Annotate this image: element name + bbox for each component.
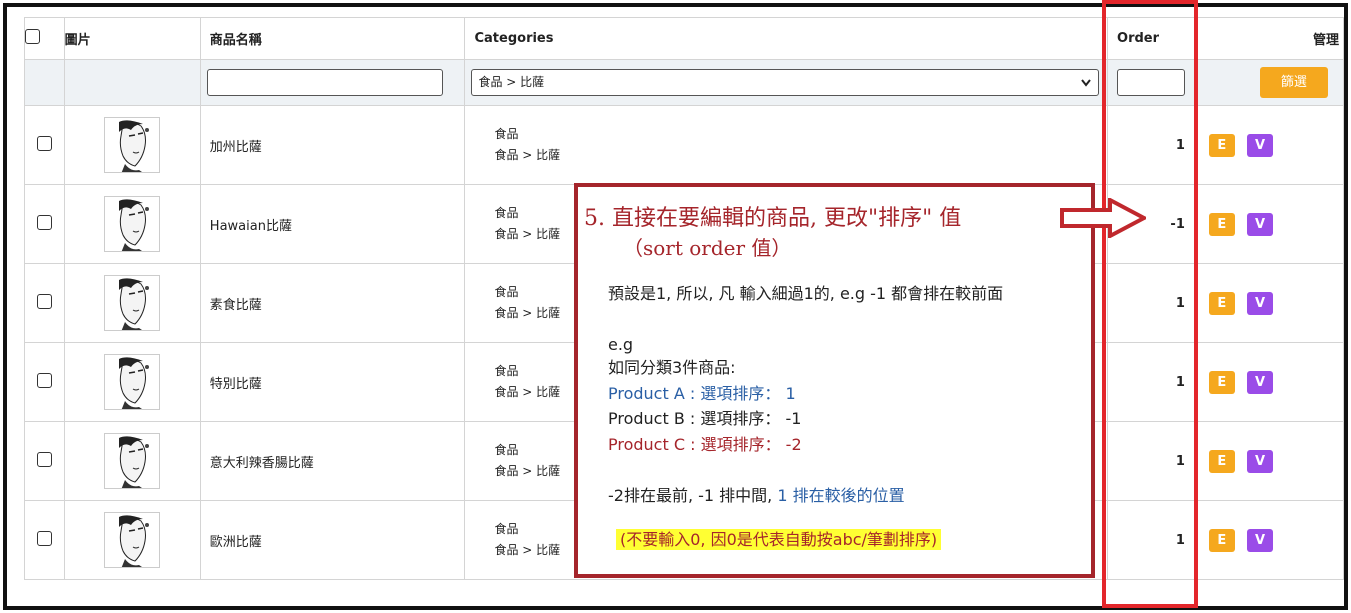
product-thumbnail[interactable] [104,196,161,252]
annotation-callout: 5. 直接在要編輯的商品, 更改"排序" 值 （sort order 值） 預設… [574,183,1095,578]
category-filter-value: 食品 > 比薩 [478,75,545,89]
edit-button[interactable]: E [1208,370,1235,394]
edit-button[interactable]: E [1208,449,1235,473]
row-checkbox[interactable] [36,372,52,388]
product-name[interactable]: Hawaian比薩 [199,184,466,264]
row-select-cell [24,263,65,343]
annotation-title: 5. 直接在要編輯的商品, 更改"排序" 值 [584,206,962,231]
row-checkbox[interactable] [36,135,52,151]
annotation-line1: 預設是1, 所以, 凡 輸入細過1的, e.g -1 都會排在較前面 [608,284,1004,303]
note-highlight: (不要輸入0, 因0是代表自動按abc/筆劃排序) [616,529,942,550]
filter-button-cell: 篩選 [1194,59,1345,106]
annotation-line3: 如同分類3件商品: [608,358,736,377]
header-product-name[interactable]: 商品名稱 [199,17,466,60]
product-b-label: Product B : 選項排序： [608,409,781,428]
view-button[interactable]: V [1247,133,1274,157]
actions-cell: E V [1194,263,1345,343]
view-button[interactable]: V [1247,370,1274,394]
product-a-label: Product A : 選項排序： [608,384,781,403]
actions-cell: E V [1194,342,1345,422]
annotation-eg: e.g [608,335,634,354]
order-column-highlight [1102,0,1198,608]
image-cell [63,105,201,185]
image-cell [63,184,201,264]
annotation-product-c: Product C : 選項排序： -2 [608,434,802,456]
filter-empty-cell [24,59,65,106]
actions-cell: E V [1194,421,1345,501]
annotation-product-b: Product B : 選項排序： -1 [608,408,801,430]
product-c-value: -2 [785,435,802,454]
view-button[interactable]: V [1247,212,1274,236]
row-select-cell [24,184,65,264]
product-a-value: 1 [785,384,796,403]
row-select-cell [24,105,65,185]
product-b-value: -1 [785,409,802,428]
chevron-down-icon [1080,70,1092,104]
image-cell [63,421,201,501]
image-cell [63,263,201,343]
product-name[interactable]: 特別比薩 [199,342,466,422]
annotation-subtitle: （sort order 值） [623,236,792,260]
product-name[interactable]: 加州比薩 [199,105,466,185]
image-cell [63,500,201,580]
filter-category-cell: 食品 > 比薩 [464,59,1109,106]
product-thumbnail[interactable] [104,354,161,410]
summary-part2: 1 排在較後的位置 [777,486,905,505]
select-all-cell[interactable] [24,17,65,60]
filter-button[interactable]: 篩選 [1259,67,1328,98]
product-c-label: Product C : 選項排序： [608,435,781,454]
category-cell: 食品 食品 > 比薩 [464,105,1109,185]
edit-button[interactable]: E [1208,291,1235,315]
actions-cell: E V [1194,500,1345,580]
product-thumbnail[interactable] [104,117,161,173]
annotation-summary: -2排在最前, -1 排中間, 1 排在較後的位置 [608,485,905,507]
category-line-1: 食品 [494,127,519,141]
select-all-checkbox[interactable] [25,29,40,44]
category-filter-select[interactable]: 食品 > 比薩 [471,69,1100,96]
row-checkbox[interactable] [36,530,52,546]
row-checkbox[interactable] [36,293,52,309]
arrow-right-icon [1060,196,1149,242]
edit-button[interactable]: E [1208,133,1235,157]
actions-cell: E V [1194,184,1345,264]
header-manage: 管理 [1194,17,1345,60]
filter-empty-cell [63,59,201,106]
row-select-cell [24,342,65,422]
product-thumbnail[interactable] [104,275,161,331]
row-select-cell [24,421,65,501]
annotation-note: (不要輸入0, 因0是代表自動按abc/筆劃排序) [616,529,942,551]
row-checkbox[interactable] [36,214,52,230]
image-cell [63,342,201,422]
header-categories[interactable]: Categories [464,17,1109,60]
header-image: 圖片 [63,17,201,60]
actions-cell: E V [1194,105,1345,185]
summary-part1: -2排在最前, -1 排中間, [608,486,773,505]
product-name[interactable]: 意大利辣香腸比薩 [199,421,466,501]
view-button[interactable]: V [1247,291,1274,315]
view-button[interactable]: V [1247,528,1274,552]
row-checkbox[interactable] [36,451,52,467]
edit-button[interactable]: E [1208,212,1235,236]
name-filter-input[interactable] [206,69,443,96]
filter-name-cell [199,59,466,106]
annotation-product-a: Product A : 選項排序： 1 [608,383,796,405]
category-line-2: 食品 > 比薩 [494,148,561,162]
view-button[interactable]: V [1247,449,1274,473]
product-thumbnail[interactable] [104,433,161,489]
product-thumbnail[interactable] [104,512,161,568]
edit-button[interactable]: E [1208,528,1235,552]
row-select-cell [24,500,65,580]
product-name[interactable]: 歐洲比薩 [199,500,466,580]
product-name[interactable]: 素食比薩 [199,263,466,343]
